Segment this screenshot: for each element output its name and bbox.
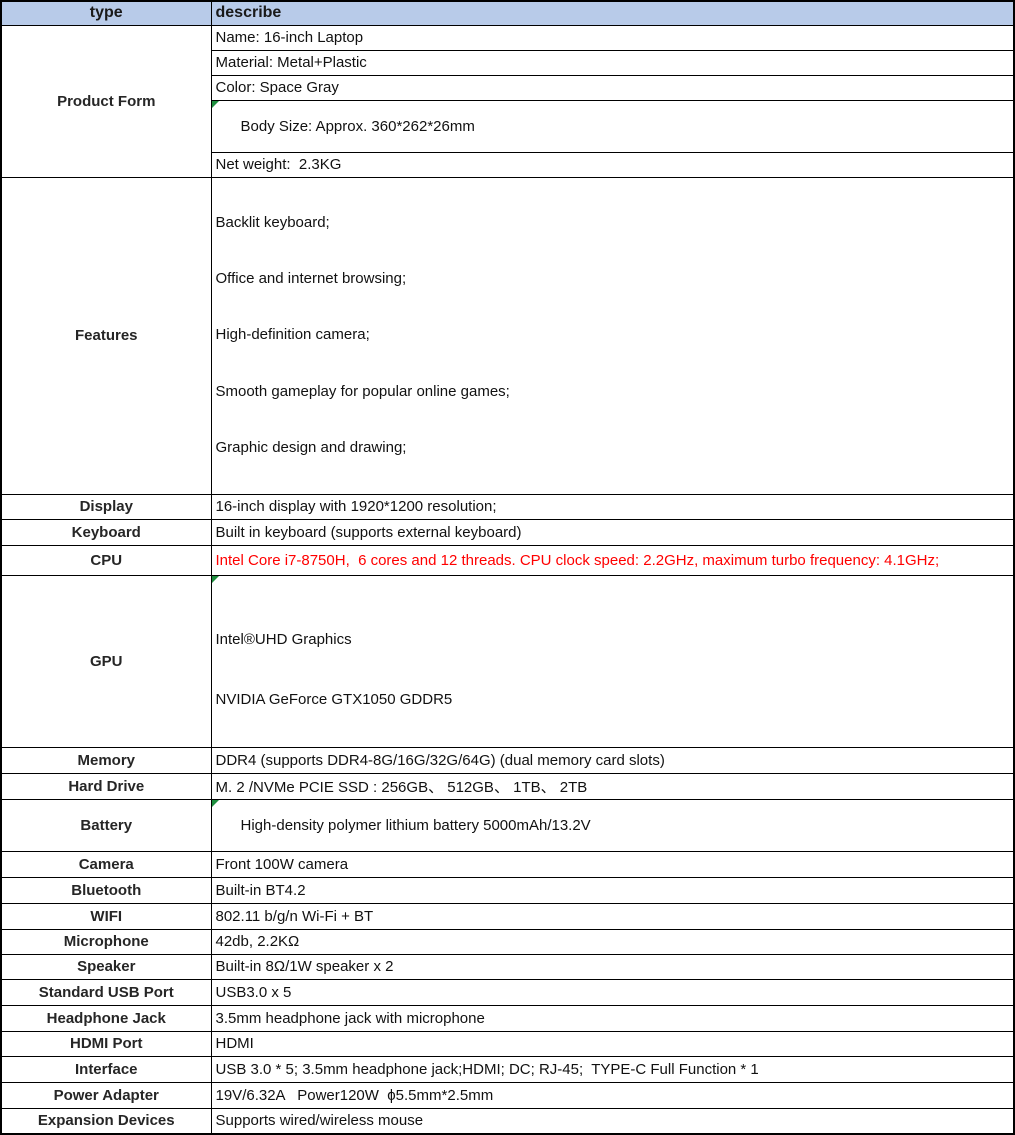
cell-expansion-devices: Supports wired/wireless mouse bbox=[211, 1108, 1014, 1134]
cell-standard-usb-port: USB3.0 x 5 bbox=[211, 979, 1014, 1005]
table-row: Camera Front 100W camera bbox=[1, 851, 1014, 877]
table-row: Hard Drive M. 2 /NVMe PCIE SSD : 256GB、 … bbox=[1, 773, 1014, 799]
cell-cpu: Intel Core i7-8750H, 6 cores and 12 thre… bbox=[211, 545, 1014, 575]
row-label-hdmi-port: HDMI Port bbox=[1, 1031, 211, 1056]
table-row: Standard USB Port USB3.0 x 5 bbox=[1, 979, 1014, 1005]
table-row: Display 16-inch display with 1920*1200 r… bbox=[1, 494, 1014, 519]
table-row: Features Backlit keyboard; Office and in… bbox=[1, 177, 1014, 494]
feature-line: Office and internet browsing; bbox=[216, 268, 1010, 290]
cell-keyboard: Built in keyboard (supports external key… bbox=[211, 519, 1014, 545]
error-indicator-icon bbox=[212, 101, 219, 108]
table-row: Keyboard Built in keyboard (supports ext… bbox=[1, 519, 1014, 545]
table-row: Interface USB 3.0 * 5; 3.5mm headphone j… bbox=[1, 1056, 1014, 1082]
cell-microphone: 42db, 2.2KΩ bbox=[211, 929, 1014, 954]
table-row: Expansion Devices Supports wired/wireles… bbox=[1, 1108, 1014, 1134]
cell-hard-drive: M. 2 /NVMe PCIE SSD : 256GB、 512GB、 1TB、… bbox=[211, 773, 1014, 799]
feature-line: High-definition camera; bbox=[216, 324, 1010, 346]
header-row: type describe bbox=[1, 1, 1014, 25]
row-label-speaker: Speaker bbox=[1, 954, 211, 979]
row-label-standard-usb-port: Standard USB Port bbox=[1, 979, 211, 1005]
feature-line: Smooth gameplay for popular online games… bbox=[216, 381, 1010, 403]
spec-table: type describe Product Form Name: 16-inch… bbox=[0, 0, 1015, 1135]
row-label-wifi: WIFI bbox=[1, 903, 211, 929]
cell-camera: Front 100W camera bbox=[211, 851, 1014, 877]
cell-speaker: Built-in 8Ω/1W speaker x 2 bbox=[211, 954, 1014, 979]
row-label-gpu: GPU bbox=[1, 575, 211, 747]
row-label-cpu: CPU bbox=[1, 545, 211, 575]
cell-interface: USB 3.0 * 5; 3.5mm headphone jack;HDMI; … bbox=[211, 1056, 1014, 1082]
table-row: Battery High-density polymer lithium bat… bbox=[1, 799, 1014, 851]
cell-display: 16-inch display with 1920*1200 resolutio… bbox=[211, 494, 1014, 519]
cell-wifi: 802.11 b/g/n Wi-Fi + BT bbox=[211, 903, 1014, 929]
cell-product-color: Color: Space Gray bbox=[211, 75, 1014, 100]
column-header-type: type bbox=[1, 1, 211, 25]
row-label-headphone-jack: Headphone Jack bbox=[1, 1005, 211, 1031]
cell-text: Body Size: Approx. 360*262*26mm bbox=[241, 118, 475, 135]
feature-line: Backlit keyboard; bbox=[216, 212, 1010, 234]
row-label-battery: Battery bbox=[1, 799, 211, 851]
row-label-camera: Camera bbox=[1, 851, 211, 877]
row-label-memory: Memory bbox=[1, 747, 211, 773]
row-label-product-form: Product Form bbox=[1, 25, 211, 177]
table-row: Power Adapter 19V/6.32A Power120W ϕ5.5mm… bbox=[1, 1082, 1014, 1108]
cell-battery: High-density polymer lithium battery 500… bbox=[211, 799, 1014, 851]
cell-gpu: Intel®UHD Graphics NVIDIA GeForce GTX105… bbox=[211, 575, 1014, 747]
cell-headphone-jack: 3.5mm headphone jack with microphone bbox=[211, 1005, 1014, 1031]
table-row: Headphone Jack 3.5mm headphone jack with… bbox=[1, 1005, 1014, 1031]
feature-line: Graphic design and drawing; bbox=[216, 437, 1010, 459]
table-row: WIFI 802.11 b/g/n Wi-Fi + BT bbox=[1, 903, 1014, 929]
table-row: Speaker Built-in 8Ω/1W speaker x 2 bbox=[1, 954, 1014, 979]
row-label-expansion-devices: Expansion Devices bbox=[1, 1108, 211, 1134]
cell-text: High-density polymer lithium battery 500… bbox=[241, 817, 591, 834]
row-label-display: Display bbox=[1, 494, 211, 519]
row-label-hard-drive: Hard Drive bbox=[1, 773, 211, 799]
table-row: CPU Intel Core i7-8750H, 6 cores and 12 … bbox=[1, 545, 1014, 575]
cell-product-net-weight: Net weight: 2.3KG bbox=[211, 152, 1014, 177]
cell-product-body-size: Body Size: Approx. 360*262*26mm bbox=[211, 100, 1014, 152]
row-label-bluetooth: Bluetooth bbox=[1, 877, 211, 903]
table-row: HDMI Port HDMI bbox=[1, 1031, 1014, 1056]
error-indicator-icon bbox=[212, 800, 219, 807]
table-row: GPU Intel®UHD Graphics NVIDIA GeForce GT… bbox=[1, 575, 1014, 747]
row-label-features: Features bbox=[1, 177, 211, 494]
table-row: Bluetooth Built-in BT4.2 bbox=[1, 877, 1014, 903]
cell-product-name: Name: 16-inch Laptop bbox=[211, 25, 1014, 50]
row-label-microphone: Microphone bbox=[1, 929, 211, 954]
table-row: Product Form Name: 16-inch Laptop bbox=[1, 25, 1014, 50]
cell-product-material: Material: Metal+Plastic bbox=[211, 50, 1014, 75]
cell-features: Backlit keyboard; Office and internet br… bbox=[211, 177, 1014, 494]
table-row: Microphone 42db, 2.2KΩ bbox=[1, 929, 1014, 954]
cell-bluetooth: Built-in BT4.2 bbox=[211, 877, 1014, 903]
row-label-interface: Interface bbox=[1, 1056, 211, 1082]
row-label-keyboard: Keyboard bbox=[1, 519, 211, 545]
cell-power-adapter: 19V/6.32A Power120W ϕ5.5mm*2.5mm bbox=[211, 1082, 1014, 1108]
table-row: Memory DDR4 (supports DDR4-8G/16G/32G/64… bbox=[1, 747, 1014, 773]
row-label-power-adapter: Power Adapter bbox=[1, 1082, 211, 1108]
cell-hdmi-port: HDMI bbox=[211, 1031, 1014, 1056]
error-indicator-icon bbox=[212, 576, 219, 583]
cell-memory: DDR4 (supports DDR4-8G/16G/32G/64G) (dua… bbox=[211, 747, 1014, 773]
gpu-line: Intel®UHD Graphics bbox=[216, 627, 1010, 653]
gpu-line: NVIDIA GeForce GTX1050 GDDR5 bbox=[216, 687, 1010, 713]
column-header-describe: describe bbox=[211, 1, 1014, 25]
